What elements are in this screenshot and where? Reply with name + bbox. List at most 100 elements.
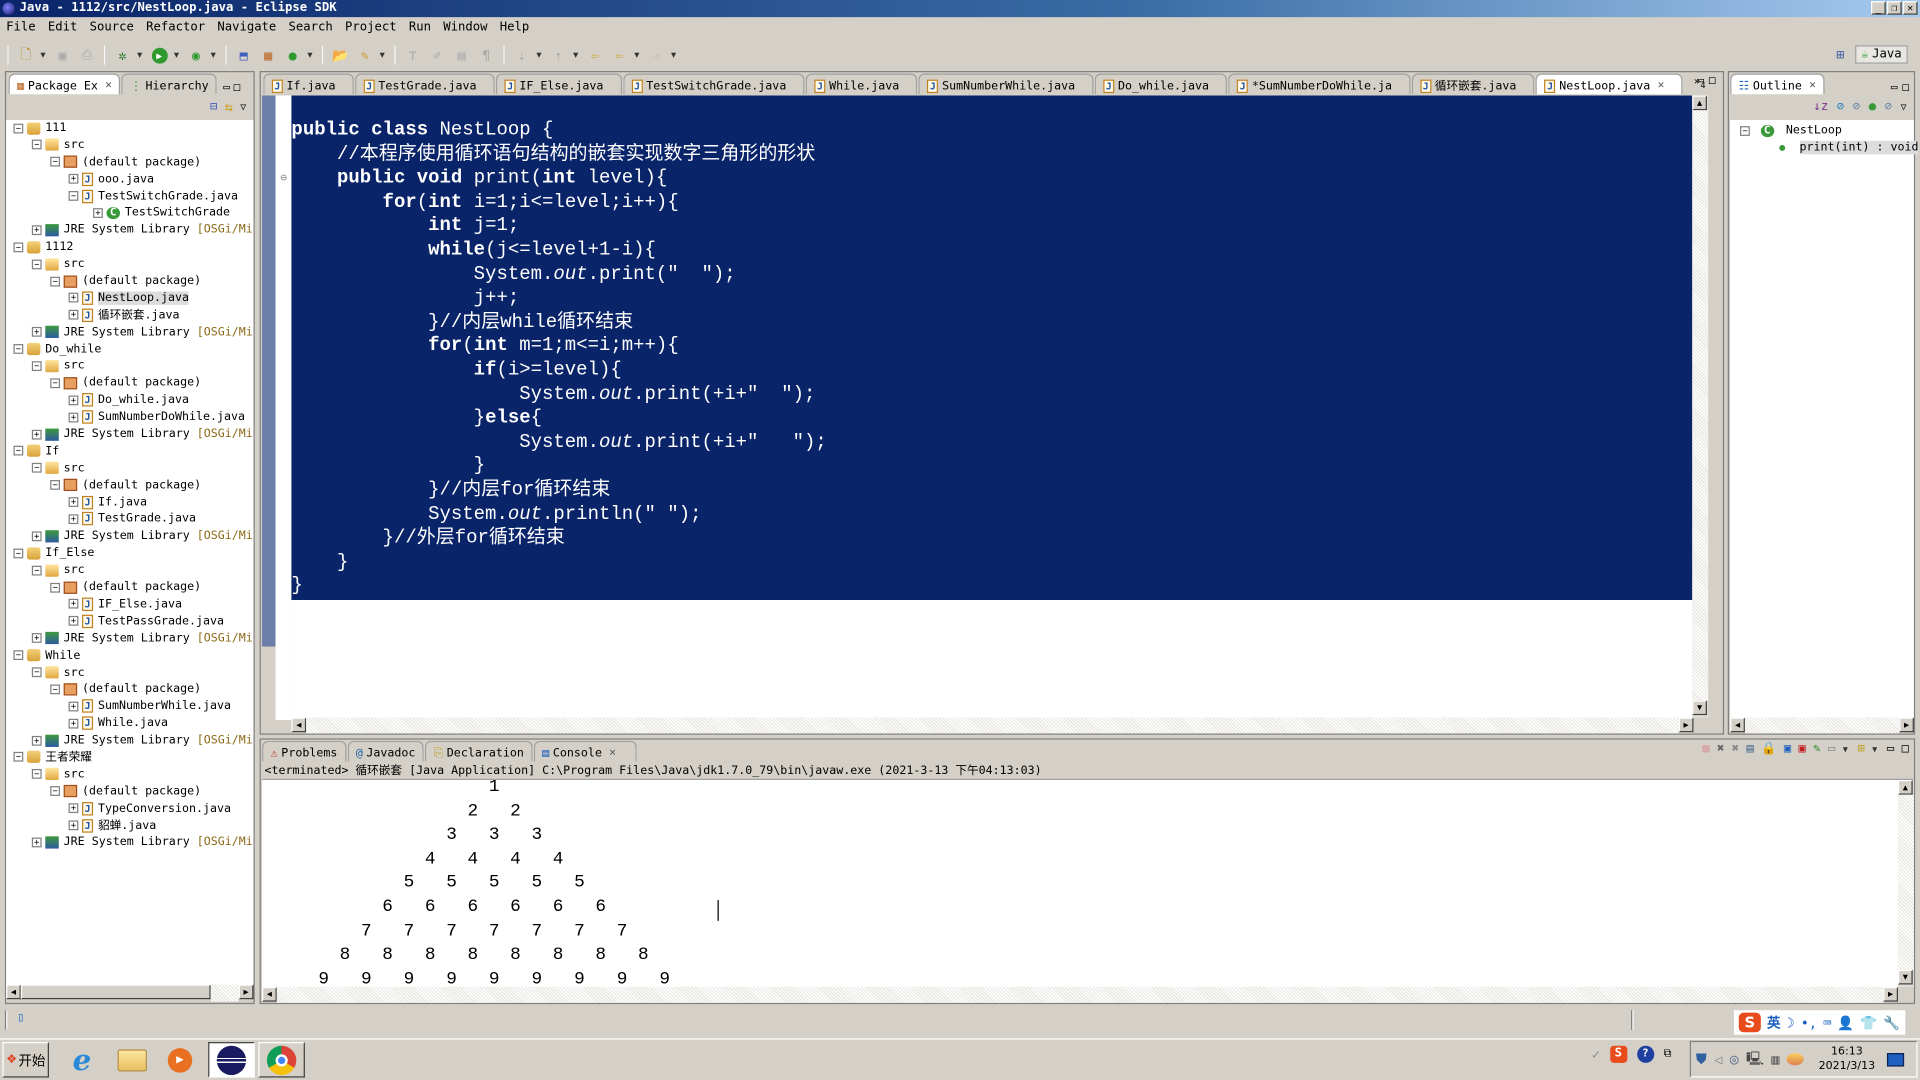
network-icon[interactable]: 🖳 <box>1746 1048 1764 1071</box>
keyboard-icon[interactable]: ⌨ <box>1823 1014 1831 1030</box>
taskbar-eclipse[interactable] <box>208 1042 255 1078</box>
sort-icon[interactable]: ↓z <box>1813 100 1828 113</box>
save-icon[interactable]: ▣ <box>53 45 73 65</box>
tree-item[interactable]: − src <box>13 137 253 154</box>
half-width-icon[interactable]: ☽ <box>1787 1014 1795 1030</box>
scroll-thumb[interactable] <box>20 984 211 1000</box>
editor-tab[interactable]: J TestGrade.java <box>355 73 495 95</box>
tree-item[interactable]: − (default package) <box>13 375 253 392</box>
collapse-icon[interactable]: − <box>31 361 42 371</box>
security-shield-icon[interactable]: ⛊ <box>1696 1050 1707 1068</box>
console-output-area[interactable]: 1 2 2 3 3 3 4 4 4 4 5 5 5 5 5 6 6 6 6 6 … <box>262 780 1898 987</box>
tree-item[interactable]: + J While.java <box>13 715 253 732</box>
clear-console-icon[interactable]: ▤ <box>1747 742 1754 755</box>
forward-dropdown[interactable]: ▼ <box>671 50 678 60</box>
scroll-right-button[interactable]: ▶ <box>1883 986 1898 1002</box>
hide-local-types-icon[interactable]: ⊘ <box>1885 100 1892 113</box>
expand-icon[interactable]: + <box>68 701 79 712</box>
open-console-dropdown[interactable]: ▼ <box>1872 744 1879 754</box>
scroll-left-button[interactable]: ◀ <box>262 986 277 1002</box>
tree-item[interactable]: − (default package) <box>13 273 253 290</box>
tab-problems[interactable]: ⚠ Problems <box>262 740 346 762</box>
scroll-left-button[interactable]: ◀ <box>6 984 21 1000</box>
tree-item[interactable]: − (default package) <box>13 783 253 800</box>
tree-item[interactable]: − src <box>13 460 253 477</box>
expand-icon[interactable]: + <box>68 599 79 610</box>
tree-item[interactable]: + J TypeConversion.java <box>13 800 253 817</box>
fast-view-icon[interactable]: ▯ <box>17 1011 24 1024</box>
tree-item[interactable]: + C TestSwitchGrade <box>13 205 253 222</box>
start-button[interactable]: ❖ 开始 <box>2 1042 49 1078</box>
editor-tab[interactable]: J *SumNumberDoWhile.ja <box>1228 73 1411 95</box>
new-java-project-icon[interactable]: ⬒ <box>234 45 254 65</box>
menu-project[interactable]: Project <box>339 18 403 38</box>
tree-item[interactable]: − 1112 <box>13 239 253 256</box>
tree-item[interactable]: − src <box>13 358 253 375</box>
expand-icon[interactable]: + <box>68 395 79 406</box>
scroll-up-button[interactable]: ▲ <box>1897 780 1913 795</box>
expand-icon[interactable]: + <box>68 514 79 525</box>
close-button[interactable]: ✕ <box>1902 1 1918 15</box>
next-annotation-icon[interactable]: ⇣ <box>512 45 532 65</box>
expand-icon[interactable]: + <box>31 429 42 440</box>
pin-console-icon[interactable]: ✎ <box>1813 742 1820 755</box>
collapse-icon[interactable]: − <box>50 157 61 167</box>
tree-item[interactable]: − (default package) <box>13 154 253 171</box>
tab-javadoc[interactable]: @ Javadoc <box>347 740 425 762</box>
back-dropdown[interactable]: ▼ <box>634 50 641 60</box>
collapse-icon[interactable]: − <box>68 191 79 201</box>
console-vertical-scrollbar[interactable]: ▲ ▼ <box>1897 780 1914 987</box>
sogou-tray-icon[interactable]: S <box>1609 1045 1627 1063</box>
maximize-view-icon[interactable]: □ <box>1902 82 1909 94</box>
tab-package-explorer[interactable]: ▦ Package Ex ✕ <box>8 73 121 95</box>
external-tools-icon[interactable]: ◉ <box>186 45 206 65</box>
open-console-icon[interactable]: ⊞ <box>1857 742 1864 755</box>
run-dropdown[interactable]: ▼ <box>174 50 181 60</box>
tree-item[interactable]: − 111 <box>13 120 253 137</box>
collapse-icon[interactable]: − <box>13 752 24 763</box>
menu-help[interactable]: Help <box>494 18 536 38</box>
external-tools-dropdown[interactable]: ▼ <box>211 50 218 60</box>
outline-horizontal-scrollbar[interactable]: ◀ ▶ <box>1730 717 1914 734</box>
tree-item[interactable]: + JRE System Library [OSGi/Minimu <box>13 222 253 239</box>
back-icon[interactable]: ⇦ <box>610 45 630 65</box>
taskbar-chrome[interactable] <box>258 1042 305 1078</box>
tree-item[interactable]: − src <box>13 664 253 681</box>
link-with-editor-icon[interactable]: ⇆ <box>225 99 233 115</box>
power-icon[interactable]: ▥ <box>1771 1051 1779 1067</box>
taskbar-file-explorer[interactable] <box>109 1042 156 1078</box>
tree-item[interactable]: + J SumNumberDoWhile.java <box>13 409 253 426</box>
editor-tab[interactable]: J 循环嵌套.java <box>1411 73 1535 95</box>
tree-item[interactable]: − Do_while <box>13 341 253 358</box>
network-app-icon[interactable]: ◎ <box>1730 1051 1739 1068</box>
collapse-icon[interactable]: − <box>13 548 24 559</box>
console-output[interactable]: 1 2 2 3 3 3 4 4 4 4 5 5 5 5 5 6 6 6 6 6 … <box>318 780 670 987</box>
tree-item[interactable]: + JRE System Library [OSGi/Minimu <box>13 426 253 443</box>
forward-icon[interactable]: ⇨ <box>647 45 667 65</box>
show-whitespace-icon[interactable]: ¶ <box>476 45 496 65</box>
expand-icon[interactable]: + <box>68 497 79 508</box>
tree-item[interactable]: + J TestGrade.java <box>13 511 253 528</box>
tree-item[interactable]: − If_Else <box>13 545 253 562</box>
punctuation-icon[interactable]: •, <box>1801 1014 1817 1030</box>
scroll-down-button[interactable]: ▼ <box>1692 700 1707 716</box>
minimize-button[interactable]: _ <box>1871 1 1886 15</box>
editor-tab[interactable]: J Do_while.java <box>1094 73 1228 95</box>
collapse-all-icon[interactable]: ⊟ <box>210 100 217 113</box>
new-class-icon[interactable]: ● <box>283 45 303 65</box>
search-icon[interactable]: ✎ <box>355 45 375 65</box>
open-perspective-icon[interactable]: ⊞ <box>1830 44 1850 64</box>
tree-item[interactable]: − J TestSwitchGrade.java <box>13 188 253 205</box>
tree-item[interactable]: + J 循环嵌套.java <box>13 307 253 324</box>
scroll-right-button[interactable]: ▶ <box>1678 717 1694 733</box>
remove-launch-icon[interactable]: ✖ <box>1717 742 1724 755</box>
maximize-editor-icon[interactable]: □ <box>1709 75 1716 87</box>
last-edit-location-icon[interactable]: ⇦ <box>585 45 605 65</box>
collapse-icon[interactable]: − <box>50 582 61 593</box>
menu-file[interactable]: File <box>0 18 42 38</box>
tree-item[interactable]: + JRE System Library [OSGi/Minimu <box>13 732 253 749</box>
checkmark-icon[interactable]: ✓ <box>1592 1046 1600 1062</box>
tree-item[interactable]: + Jooo.java <box>13 171 253 188</box>
tree-item[interactable]: + J TestPassGrade.java <box>13 613 253 630</box>
collapse-icon[interactable]: − <box>31 463 42 474</box>
